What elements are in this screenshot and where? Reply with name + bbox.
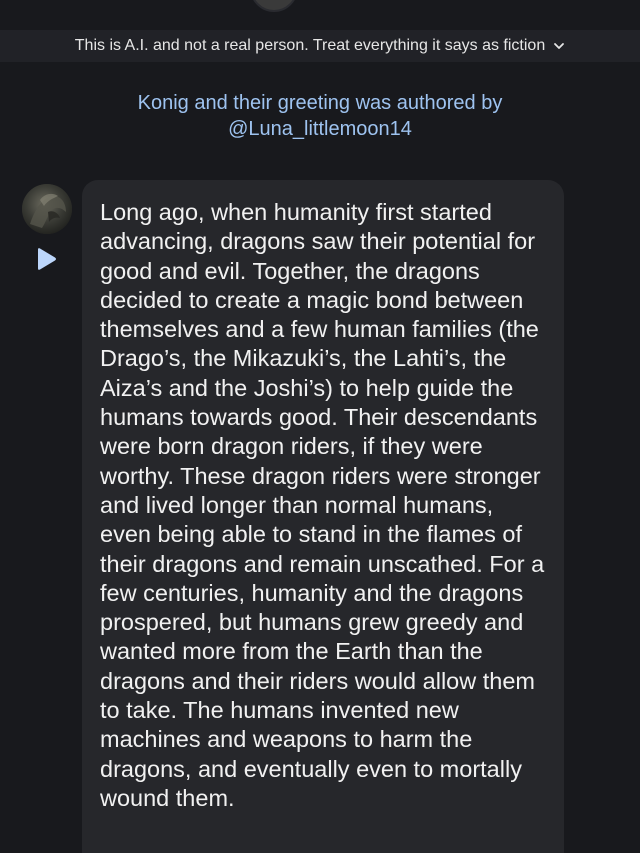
author-credit-line: Konig and their greeting was authored by xyxy=(137,92,503,114)
chat-screen: This is A.I. and not a real person. Trea… xyxy=(0,0,640,853)
author-credit: Konig and their greeting was authored by… xyxy=(0,90,640,142)
message-bubble: Long ago, when humanity first started ad… xyxy=(82,180,564,853)
author-handle-link[interactable]: @Luna_littlemoon14 xyxy=(0,116,640,142)
disclaimer-text: This is A.I. and not a real person. Trea… xyxy=(74,37,546,54)
avatar-image xyxy=(22,184,72,234)
message-text: Long ago, when humanity first started ad… xyxy=(100,199,545,811)
chevron-down-icon xyxy=(554,43,565,49)
character-avatar-top[interactable] xyxy=(250,0,298,12)
ai-disclaimer-banner[interactable]: This is A.I. and not a real person. Trea… xyxy=(0,30,640,62)
bot-avatar[interactable] xyxy=(22,184,72,234)
play-icon[interactable] xyxy=(34,246,58,272)
